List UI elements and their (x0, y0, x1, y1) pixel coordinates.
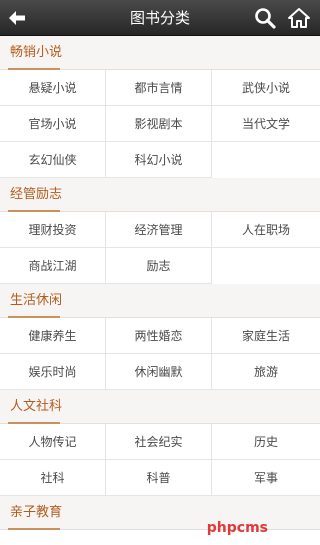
category-item[interactable]: 影视剧本 (106, 106, 212, 142)
section-underline (8, 68, 60, 70)
category-item[interactable]: 科普 (106, 460, 212, 496)
category-item[interactable]: 健康养生 (0, 318, 106, 354)
category-item[interactable]: 社会纪实 (106, 424, 212, 460)
category-item[interactable]: 玄幻仙侠 (0, 142, 106, 178)
category-list: 畅销小说悬疑小说 都市言情 武侠小说官场小说 影视剧本 当代文学玄幻仙侠 科幻小说经管励志… (0, 36, 320, 530)
category-grid: 悬疑小说 都市言情 武侠小说官场小说 影视剧本 当代文学玄幻仙侠 科幻小说 (0, 70, 320, 178)
section-header: 畅销小说 (0, 36, 320, 70)
section-title: 人文社科 (10, 399, 63, 414)
top-bar: 图书分类 (0, 0, 320, 36)
category-grid: 理财投资 经济管理 人在职场商战江湖 励志 (0, 212, 320, 284)
category-grid: 人物传记 社会纪实 历史社科 科普 军事 (0, 424, 320, 496)
section-underline (8, 528, 60, 530)
section-underline (8, 422, 60, 424)
category-item[interactable]: 经济管理 (106, 212, 212, 248)
empty-cell (212, 142, 320, 178)
section-underline (8, 210, 60, 212)
category-item[interactable]: 官场小说 (0, 106, 106, 142)
search-button[interactable] (248, 0, 282, 36)
category-item[interactable]: 人在职场 (212, 212, 320, 248)
category-item[interactable]: 人物传记 (0, 424, 106, 460)
category-item[interactable]: 旅游 (212, 354, 320, 390)
category-grid: 健康养生 两性婚恋 家庭生活娱乐时尚 休闲幽默 旅游 (0, 318, 320, 390)
category-item[interactable]: 商战江湖 (0, 248, 106, 284)
section-title: 畅销小说 (10, 45, 63, 60)
section-title: 亲子教育 (10, 505, 63, 520)
search-icon (255, 8, 276, 29)
category-item[interactable]: 武侠小说 (212, 70, 320, 106)
home-button[interactable] (282, 0, 316, 36)
category-item[interactable]: 当代文学 (212, 106, 320, 142)
category-item[interactable]: 科幻小说 (106, 142, 212, 178)
section-header: 生活休闲 (0, 284, 320, 318)
home-icon (288, 8, 310, 28)
section-title: 生活休闲 (10, 293, 63, 308)
category-item[interactable]: 娱乐时尚 (0, 354, 106, 390)
category-item[interactable]: 休闲幽默 (106, 354, 212, 390)
section-header: 亲子教育 (0, 496, 320, 530)
watermark: phpcms (206, 520, 268, 536)
category-item[interactable]: 都市言情 (106, 70, 212, 106)
category-item[interactable]: 历史 (212, 424, 320, 460)
section-underline (8, 316, 60, 318)
category-item[interactable]: 家庭生活 (212, 318, 320, 354)
category-item[interactable]: 社科 (0, 460, 106, 496)
empty-cell (212, 248, 320, 284)
section-title: 经管励志 (10, 187, 63, 202)
category-item[interactable]: 理财投资 (0, 212, 106, 248)
section-header: 经管励志 (0, 178, 320, 212)
section-header: 人文社科 (0, 390, 320, 424)
category-item[interactable]: 两性婚恋 (106, 318, 212, 354)
category-item[interactable]: 悬疑小说 (0, 70, 106, 106)
category-item[interactable]: 励志 (106, 248, 212, 284)
category-item[interactable]: 军事 (212, 460, 320, 496)
